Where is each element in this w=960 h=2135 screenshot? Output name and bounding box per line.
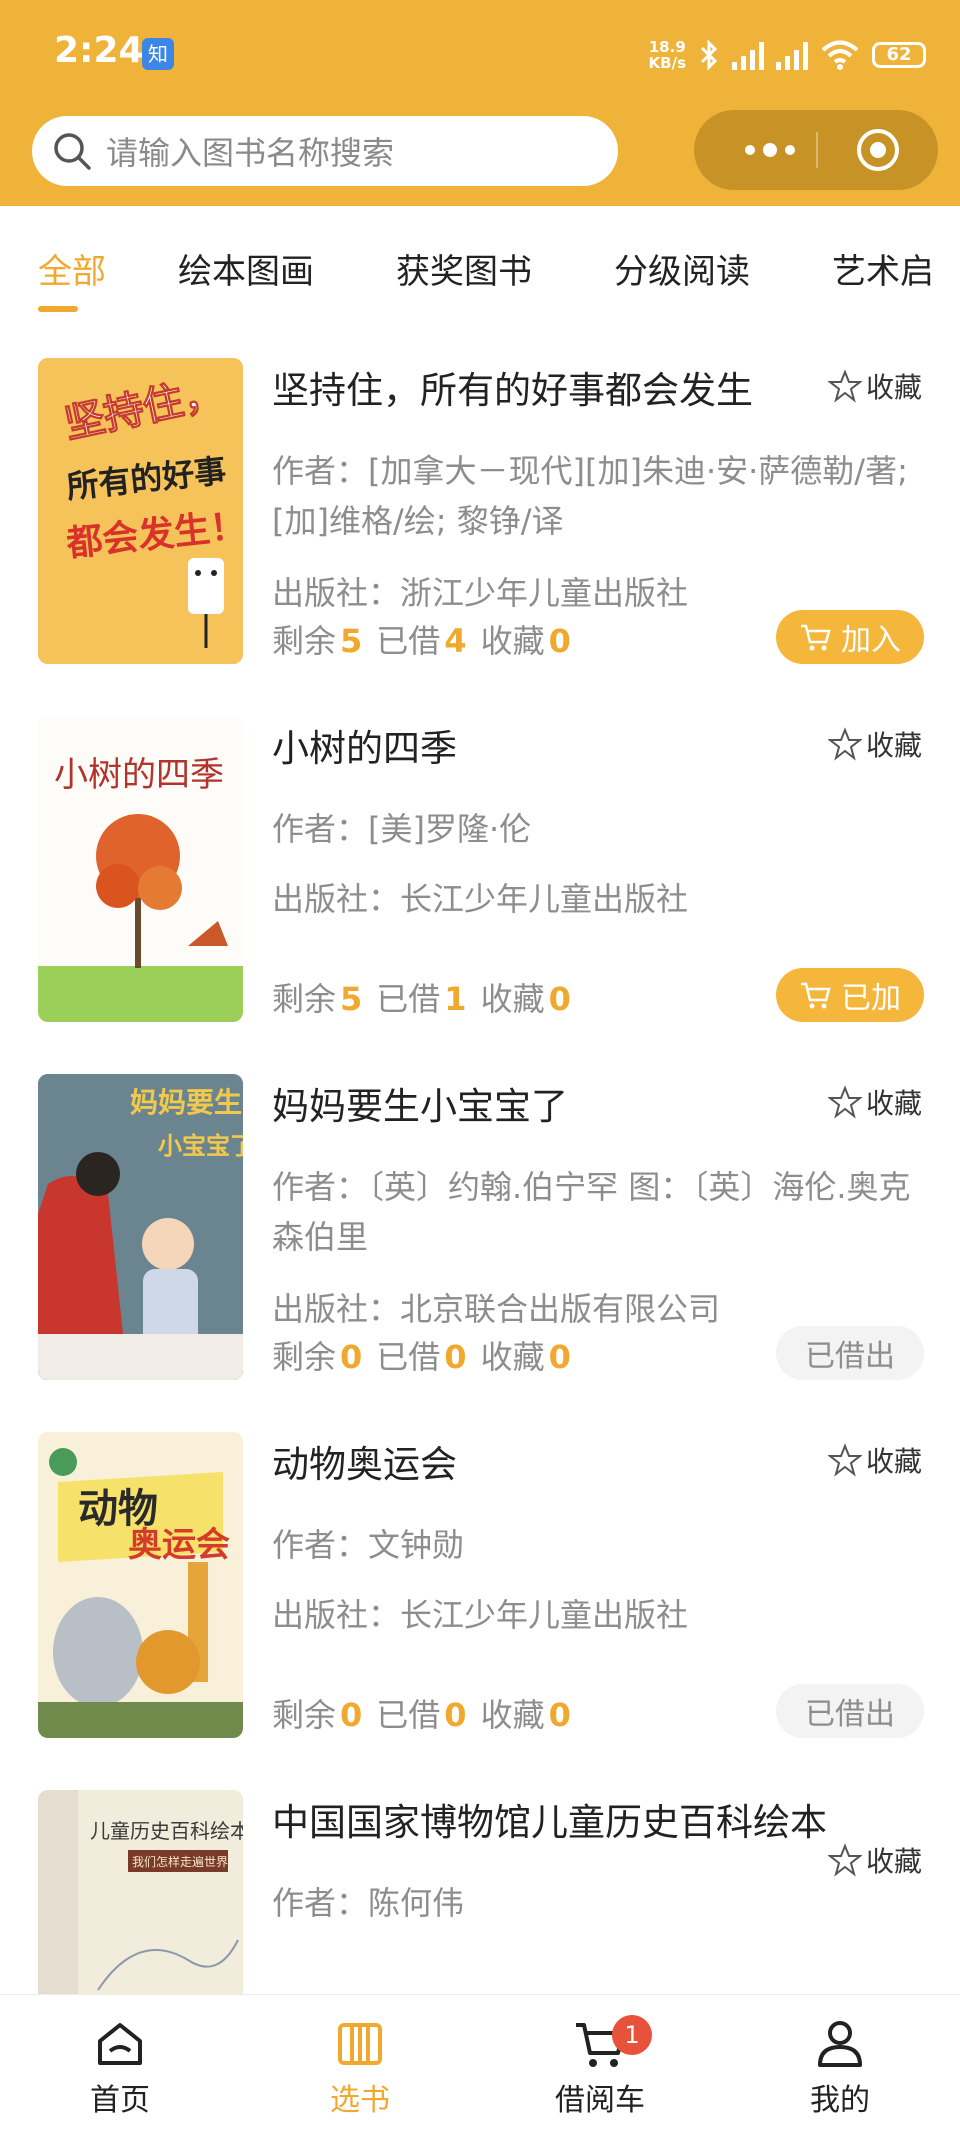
search-icon [54, 133, 91, 170]
borrowed-out-status: 已借出 [776, 1684, 924, 1738]
book-author: 作者：[加拿大－现代][加]朱迪·安·萨德勒/著; [加]维格/绘; 黎铮/译 [272, 452, 908, 540]
cover-art: 坚持住， 所有的好事 都会发生！ [38, 358, 243, 664]
star-icon [827, 1443, 862, 1477]
wifi-icon [821, 40, 859, 70]
book-item[interactable]: 儿童历史百科绘本 我们怎样走遍世界 中国国家博物馆儿童历史百科绘本 收藏 作者：… [0, 1790, 960, 1994]
status-indicators: 18.9 KB/s 62 [649, 30, 926, 80]
status-bar: 2:24 知 18.9 KB/s 62 [0, 0, 960, 110]
book-stats: 剩余 5 已借 4 收藏 0 [272, 622, 571, 660]
book-cover[interactable]: 儿童历史百科绘本 我们怎样走遍世界 [38, 1790, 243, 1994]
star-icon [827, 369, 862, 403]
signal-icon [732, 40, 764, 70]
cover-art: 儿童历史百科绘本 我们怎样走遍世界 [38, 1790, 243, 1994]
battery-icon: 62 [872, 42, 926, 68]
search-input[interactable]: 请输入图书名称搜索 [32, 116, 618, 186]
book-cover[interactable]: 妈妈要生 小宝宝了 [38, 1074, 243, 1380]
book-cover[interactable]: 小树的四季 [38, 716, 243, 1022]
book-stats: 剩余 0 已借 0 收藏 0 [272, 1696, 571, 1734]
tab-award-books[interactable]: 获奖图书 [396, 244, 532, 293]
book-stats: 剩余 0 已借 0 收藏 0 [272, 1338, 571, 1376]
add-to-cart-button[interactable]: 加入 [776, 610, 924, 664]
bluetooth-icon [700, 39, 718, 71]
signal-icon [776, 40, 808, 70]
book-stats: 剩余 5 已借 1 收藏 0 [272, 980, 571, 1018]
book-publisher: 出版社：北京联合出版有限公司 [272, 1290, 721, 1328]
close-target-icon[interactable] [854, 126, 902, 174]
more-button[interactable] [730, 136, 810, 164]
favorite-button[interactable]: 收藏 [827, 1440, 922, 1480]
nav-mine[interactable]: 我的 [760, 2015, 920, 2119]
home-icon [98, 2023, 142, 2065]
nav-borrow-cart[interactable]: 借阅车 1 [520, 2015, 680, 2119]
user-icon [818, 2021, 862, 2067]
book-title[interactable]: 中国国家博物馆儿童历史百科绘本 [272, 1792, 827, 1846]
dot-icon [763, 143, 777, 157]
tab-art[interactable]: 艺术启 [832, 244, 934, 293]
star-icon [827, 1085, 862, 1119]
added-to-cart-button[interactable]: 已加 [776, 968, 924, 1022]
book-title[interactable]: 坚持住，所有的好事都会发生 [272, 360, 753, 414]
active-tab-indicator [38, 306, 78, 312]
bottom-nav: 首页 选书 借阅车 1 我的 [0, 1994, 960, 2135]
tab-graded-reading[interactable]: 分级阅读 [614, 244, 750, 293]
book-item[interactable]: 小树的四季 小树的四季 收藏 作者：[美]罗隆·伦 出版社：长江少年儿童出版社 … [0, 716, 960, 1074]
borrowed-out-status: 已借出 [776, 1326, 924, 1380]
status-time: 2:24 [54, 30, 144, 71]
cover-title-line: 小树的四季 [54, 755, 224, 795]
book-publisher: 出版社：浙江少年儿童出版社 [272, 574, 689, 612]
book-title[interactable]: 小树的四季 [272, 718, 457, 772]
book-cover[interactable]: 动物 奥运会 [38, 1432, 243, 1738]
miniprogram-capsule [694, 110, 938, 190]
book-title[interactable]: 妈妈要生小宝宝了 [272, 1076, 568, 1130]
book-author: 作者：〔英〕约翰.伯宁罕 图：〔英〕海伦.奥克森伯里 [272, 1168, 911, 1256]
books-icon [338, 2023, 382, 2065]
cart-count-badge: 1 [612, 2015, 652, 2055]
book-item[interactable]: 动物 奥运会 动物奥运会 收藏 作者：文钟勋 出版社：长江少年儿童出版社 剩余 0… [0, 1432, 960, 1790]
favorite-button[interactable]: 收藏 [827, 1082, 922, 1122]
cover-art: 小树的四季 [38, 716, 243, 1022]
search-placeholder: 请输入图书名称搜索 [106, 134, 395, 172]
favorite-button[interactable]: 收藏 [827, 366, 922, 406]
capsule-divider [816, 132, 818, 168]
favorite-button[interactable]: 收藏 [827, 724, 922, 764]
book-cover[interactable]: 坚持住， 所有的好事 都会发生！ [38, 358, 243, 664]
category-tabs: 全部 绘本图画 获奖图书 分级阅读 艺术启 [0, 206, 960, 324]
dot-icon [745, 145, 755, 155]
nav-home[interactable]: 首页 [40, 2015, 200, 2119]
nav-choose-books[interactable]: 选书 [280, 2015, 440, 2119]
book-item[interactable]: 坚持住， 所有的好事 都会发生！ 坚持住，所有的好事都会发生 收藏 作者：[加拿… [0, 358, 960, 716]
cover-title-line: 小宝宝了 [158, 1132, 243, 1160]
star-icon [827, 727, 862, 761]
cover-art: 动物 奥运会 [38, 1432, 243, 1738]
cover-art: 妈妈要生 小宝宝了 [38, 1074, 243, 1380]
header: 2:24 知 18.9 KB/s 62 请输入图书名称搜索 [0, 0, 960, 206]
star-icon [827, 1843, 862, 1877]
book-publisher: 出版社：长江少年儿童出版社 [272, 1596, 689, 1634]
book-author: 作者：陈何伟 [272, 1884, 465, 1922]
book-author: 作者：[美]罗隆·伦 [272, 810, 532, 848]
cover-title-line: 奥运会 [128, 1525, 230, 1565]
cover-title-line: 妈妈要生 [130, 1086, 242, 1119]
dot-icon [785, 145, 795, 155]
tab-picture-books[interactable]: 绘本图画 [178, 244, 314, 293]
cover-title-line: 儿童历史百科绘本 [90, 1819, 243, 1843]
tab-all[interactable]: 全部 [38, 244, 106, 293]
book-item[interactable]: 妈妈要生 小宝宝了 妈妈要生小宝宝了 收藏 作者：〔英〕约翰.伯宁罕 图：〔英〕… [0, 1074, 960, 1432]
network-speed: 18.9 KB/s [648, 38, 686, 72]
book-author: 作者：文钟勋 [272, 1526, 465, 1564]
cart-icon [801, 624, 831, 651]
app-notification-icon: 知 [142, 38, 174, 70]
book-publisher: 出版社：长江少年儿童出版社 [272, 880, 689, 918]
book-title[interactable]: 动物奥运会 [272, 1434, 457, 1488]
cover-title-line: 我们怎样走遍世界 [132, 1854, 228, 1869]
favorite-button[interactable]: 收藏 [827, 1840, 922, 1880]
cart-icon [801, 982, 831, 1009]
